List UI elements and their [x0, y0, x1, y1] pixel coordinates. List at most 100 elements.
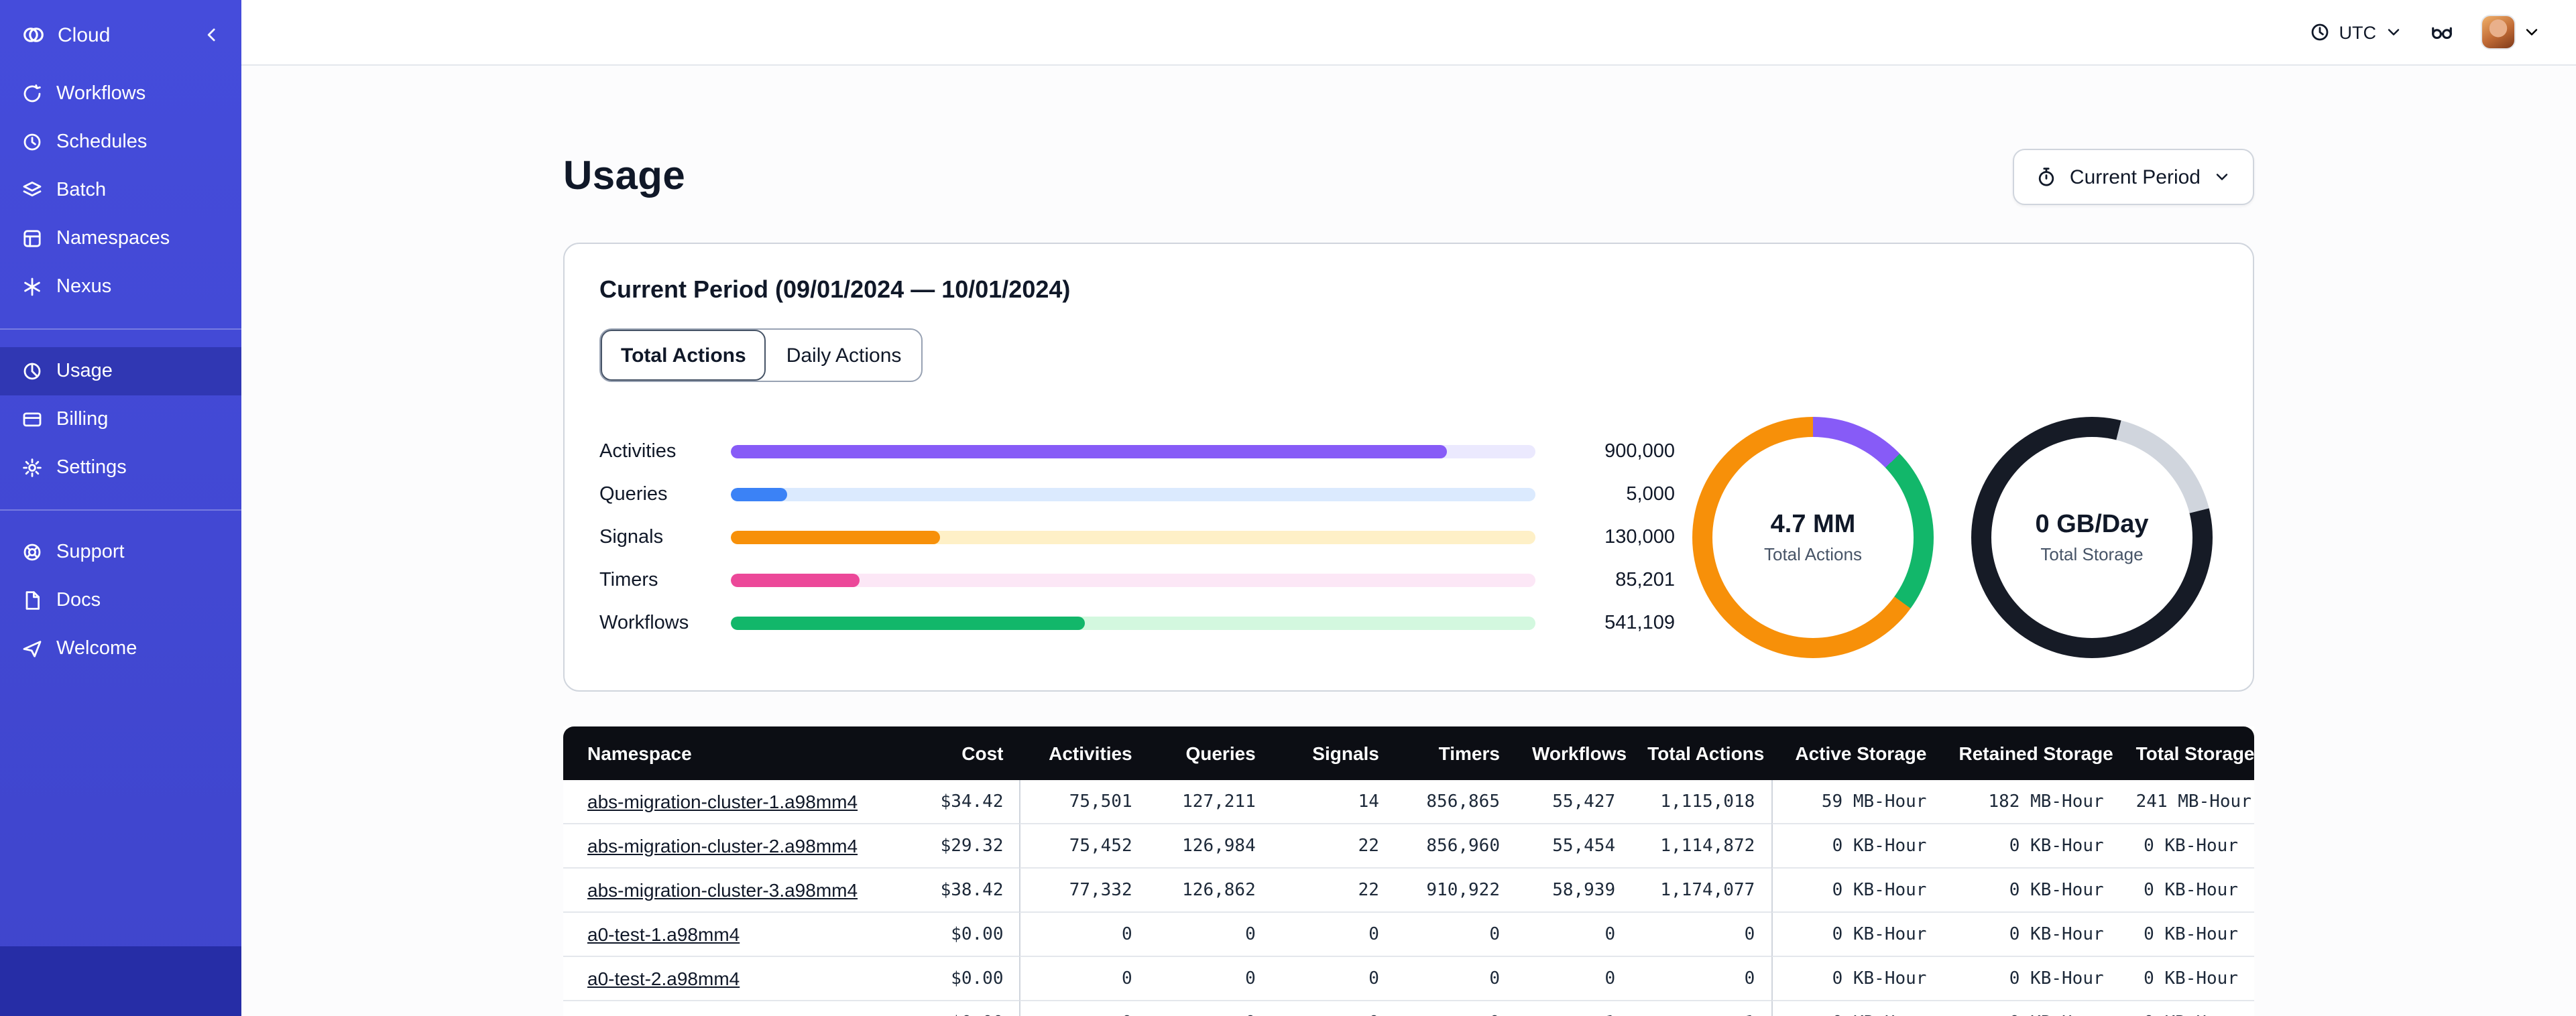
cell-signals: 0 — [1271, 957, 1395, 1001]
sidebar-item-label: Nexus — [56, 276, 112, 298]
cell-retained-storage: 0 KB-Hour — [1942, 913, 2120, 957]
sidebar-item-label: Batch — [56, 180, 107, 201]
namespace-link[interactable]: abs-migration-cluster-3.a98mm4 — [587, 879, 858, 900]
sidebar-item-billing[interactable]: Billing — [0, 395, 241, 444]
chevron-down-icon — [2384, 23, 2403, 42]
cell-signals: 0 — [1271, 913, 1395, 957]
table-header-row: Namespace Cost Activities Queries Signals Tim… — [563, 726, 2255, 780]
sidebar-nav: Workflows Schedules Batch Namespaces Nexus Us… — [0, 70, 241, 673]
cell-namespace: a0-test-1.a98mm4 — [563, 913, 899, 957]
cell-cost: $0.00 — [898, 913, 1020, 957]
cell-signals: 22 — [1271, 869, 1395, 913]
cell-total-storage: 241 MB-Hour — [2119, 780, 2254, 824]
cell-workflows: 1 — [1516, 1001, 1631, 1016]
sidebar-item-label: Docs — [56, 590, 101, 611]
actions-tab-group: Total Actions Daily Actions — [599, 328, 923, 382]
cell-retained-storage: 0 KB-Hour — [1942, 824, 2120, 869]
sidebar-item-support[interactable]: Support — [0, 528, 241, 576]
cell-queries: 0 — [1148, 957, 1272, 1001]
bar-row-timers: Timers 85,201 — [599, 570, 1675, 591]
table-row: abs-migration-cluster-3.a98mm4 $38.42 77,3… — [563, 869, 2254, 913]
timezone-selector[interactable]: UTC — [2310, 21, 2404, 43]
cell-activities: 0 — [1019, 957, 1149, 1001]
clock-icon — [2310, 21, 2331, 43]
bar-fill — [731, 617, 1085, 630]
cell-total-actions: 1,114,872 — [1631, 824, 1771, 869]
col-header-namespace: Namespace — [563, 726, 899, 780]
sidebar-collapse-icon[interactable] — [201, 24, 223, 46]
cell-timers: 856,865 — [1395, 780, 1516, 824]
workflows-icon — [21, 83, 43, 105]
donut-hole: 4.7 MM Total Actions — [1712, 437, 1914, 638]
sidebar-item-settings[interactable]: Settings — [0, 444, 241, 492]
tab-total-actions[interactable]: Total Actions — [601, 330, 766, 381]
tab-daily-actions[interactable]: Daily Actions — [766, 330, 922, 381]
cell-cost: $0.00 — [898, 1001, 1019, 1016]
bar-label: Signals — [599, 527, 664, 548]
goggles-icon[interactable] — [2430, 20, 2454, 44]
page-head: Usage Current Period — [563, 149, 2254, 205]
sidebar-item-batch[interactable]: Batch — [0, 166, 241, 214]
cell-activities: 75,501 — [1019, 780, 1149, 824]
cell-total-actions: 0 — [1631, 957, 1771, 1001]
page-title: Usage — [563, 154, 686, 198]
sidebar-item-label: Support — [56, 542, 125, 563]
cell-cost: $34.42 — [898, 780, 1020, 824]
cell-retained-storage: 182 MB-Hour — [1942, 780, 2120, 824]
bar-value: 130,000 — [1604, 527, 1675, 548]
sidebar-item-docs[interactable]: Docs — [0, 576, 241, 625]
bar-row-signals: Signals 130,000 — [599, 527, 1675, 548]
donut-center-label: Total Actions — [1764, 544, 1862, 564]
sidebar-item-namespaces[interactable]: Namespaces — [0, 214, 241, 263]
cell-timers: 856,960 — [1395, 824, 1516, 869]
batch-icon — [21, 180, 43, 201]
cell-activities: 77,332 — [1019, 869, 1149, 913]
bar-value: 541,109 — [1604, 613, 1675, 634]
namespace-link[interactable]: a0-test-1.a98mm4 — [587, 923, 740, 944]
bar-fill — [731, 488, 787, 501]
col-header-signals: Signals — [1271, 726, 1395, 780]
namespace-link[interactable]: a0-test-2.a98mm4 — [587, 967, 740, 989]
period-selector-label: Current Period — [2069, 166, 2201, 188]
namespace-link[interactable]: abs-migration-cluster-1.a98mm4 — [587, 790, 858, 812]
bar-fill — [731, 531, 940, 544]
col-header-queries: Queries — [1148, 726, 1272, 780]
period-selector-button[interactable]: Current Period — [2013, 149, 2254, 205]
cell-active-storage: 0 KB-Hour — [1771, 913, 1943, 957]
sidebar-item-usage[interactable]: Usage — [0, 347, 241, 395]
sidebar-item-label: Welcome — [56, 638, 137, 659]
nexus-icon — [21, 276, 43, 298]
sidebar-item-label: Billing — [56, 409, 109, 430]
account-menu[interactable] — [2481, 15, 2541, 50]
cell-workflows: 55,454 — [1516, 824, 1632, 869]
topbar: UTC — [241, 0, 2576, 66]
cell-active-storage: 59 MB-Hour — [1771, 780, 1943, 824]
stopwatch-icon — [2036, 166, 2058, 188]
cell-queries: 0 — [1148, 913, 1272, 957]
nav-group-platform: Workflows Schedules Batch Namespaces Nexus — [0, 70, 241, 311]
cell-queries: 0 — [1149, 1001, 1272, 1016]
donut-total-actions: 4.7 MM Total Actions — [1692, 417, 1934, 658]
cell-total-storage: 0 KB-Hour — [2119, 824, 2254, 869]
cell-total-storage: 0 KB-Hour — [2119, 957, 2254, 1001]
namespace-link[interactable]: abs-migration-cluster-2.a98mm4 — [587, 834, 858, 856]
nav-group-help: Support Docs Welcome — [0, 528, 241, 673]
bar-track — [731, 488, 1535, 501]
donut-total-storage: 0 GB/Day Total Storage — [1971, 417, 2213, 658]
namespace-link[interactable]: bk-worker-test.a98mm4 — [587, 1011, 784, 1016]
sidebar-item-nexus[interactable]: Nexus — [0, 263, 241, 311]
sidebar-item-welcome[interactable]: Welcome — [0, 625, 241, 673]
sidebar-item-schedules[interactable]: Schedules — [0, 118, 241, 166]
cell-workflows: 58,939 — [1516, 869, 1632, 913]
cell-active-storage: 0 KB-Hour — [1771, 957, 1943, 1001]
usage-icon — [21, 361, 43, 382]
brand-label: Cloud — [58, 23, 111, 46]
bar-row-workflows: Workflows 541,109 — [599, 613, 1675, 634]
cell-total-storage: 0 KB-Hour — [2119, 913, 2254, 957]
cell-namespace: abs-migration-cluster-1.a98mm4 — [563, 780, 899, 824]
bar-fill — [731, 445, 1447, 458]
sidebar-item-label: Settings — [56, 457, 127, 479]
sidebar-item-workflows[interactable]: Workflows — [0, 70, 241, 118]
cell-namespace: bk-worker-test.a98mm4 — [563, 1001, 898, 1016]
nav-divider — [0, 509, 241, 511]
